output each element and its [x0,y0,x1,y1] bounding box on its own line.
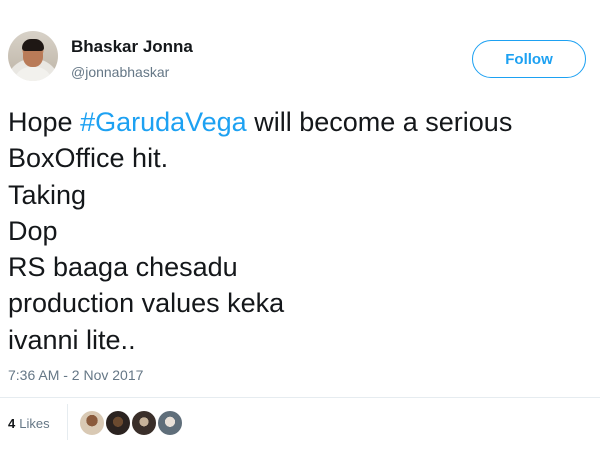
liker-avatar[interactable] [130,409,158,437]
avatar-shirt [14,67,52,81]
likes-stat[interactable]: 4 Likes [8,416,50,431]
stats-divider [0,397,600,398]
tweet-line-7: ivanni lite.. [8,324,136,355]
tweet-line-4: Dop [8,215,58,246]
tweet-line-2: BoxOffice hit. [8,143,169,174]
avatar-hair [22,39,44,51]
tweet-text: Hope #GarudaVega will become a serious B… [8,104,593,358]
likes-label: Likes [19,416,50,431]
liker-avatar[interactable] [104,409,132,437]
display-name[interactable]: Bhaskar Jonna [71,37,193,57]
tweet-line-1-suffix: will become a serious [246,107,513,137]
tweet-line-1-prefix: Hope [8,107,81,137]
stats-vertical-divider [67,404,68,440]
tweet-line-6: production values keka [8,288,285,319]
user-avatar[interactable] [8,31,58,81]
liker-avatars [78,409,184,437]
user-handle[interactable]: @jonnabhaskar [71,64,169,80]
hashtag-link[interactable]: #GarudaVega [80,107,247,137]
likes-count: 4 [8,416,16,431]
tweet-line-3: Taking [8,179,87,210]
liker-avatar[interactable] [78,409,106,437]
tweet-line-1: Hope #GarudaVega will become a serious [8,104,593,140]
tweet-timestamp[interactable]: 7:36 AM - 2 Nov 2017 [8,367,143,383]
tweet-line-5: RS baaga chesadu [8,252,238,283]
liker-avatar[interactable] [156,409,184,437]
follow-button[interactable]: Follow [472,40,586,78]
